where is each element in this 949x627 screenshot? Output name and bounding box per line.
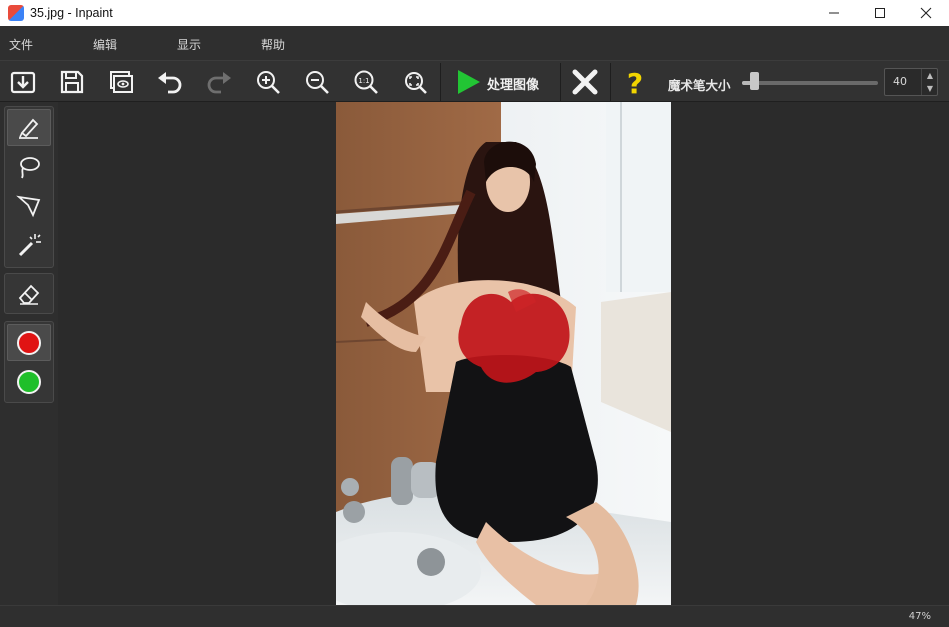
help-icon: ? (627, 67, 643, 97)
help-button[interactable]: ? (619, 66, 651, 98)
app-icon (8, 5, 24, 21)
brush-size-spinbox[interactable]: 40 ▲ ▼ (884, 68, 938, 96)
eraser-tool-group (4, 273, 54, 314)
minimize-button[interactable] (811, 0, 857, 26)
toolbar: 1:1 处理图像 ? 魔术笔大小 40 ▲ ▼ (0, 60, 949, 102)
save-icon (60, 70, 84, 94)
polygon-lasso-tool-button[interactable] (7, 187, 51, 224)
red-color-swatch (17, 330, 41, 355)
spin-down-button[interactable]: ▼ (922, 82, 938, 95)
magic-wand-icon (18, 233, 41, 256)
open-button[interactable] (7, 66, 39, 98)
status-bar: 47% (0, 605, 949, 627)
lasso-tool-button[interactable] (7, 148, 51, 185)
svg-text:?: ? (627, 67, 643, 97)
color-tool-group (4, 321, 54, 403)
zoom-actual-icon: 1:1 (354, 70, 378, 94)
menu-help[interactable]: 帮助 (261, 36, 285, 53)
toolbar-separator (610, 63, 611, 101)
menu-bar: 文件 编辑 显示 帮助 (0, 26, 949, 60)
close-icon (920, 7, 932, 19)
process-image-button[interactable] (452, 66, 484, 98)
toolbar-separator (440, 63, 441, 101)
play-icon (458, 70, 480, 94)
green-marker-button[interactable] (7, 363, 51, 400)
photo-canvas[interactable] (336, 102, 671, 605)
maximize-button[interactable] (857, 0, 903, 26)
marker-tool-button[interactable] (7, 109, 51, 146)
undo-button[interactable] (154, 66, 186, 98)
brush-size-slider[interactable] (742, 81, 878, 85)
menu-view[interactable]: 显示 (177, 36, 201, 53)
save-button[interactable] (56, 66, 88, 98)
lasso-icon (20, 156, 40, 178)
redo-button[interactable] (203, 66, 235, 98)
eraser-icon (18, 284, 40, 305)
window-controls (811, 0, 949, 26)
menu-file[interactable]: 文件 (9, 36, 33, 53)
eraser-tool-button[interactable] (7, 275, 51, 312)
polygon-lasso-icon (16, 195, 41, 217)
tool-panel (0, 102, 58, 605)
marker-icon (19, 118, 39, 139)
spin-up-button[interactable]: ▲ (922, 69, 938, 82)
cancel-icon (572, 69, 598, 95)
zoom-fit-icon (405, 72, 427, 94)
zoom-in-button[interactable] (252, 66, 284, 98)
zoom-fit-button[interactable] (399, 66, 431, 98)
open-icon (10, 71, 36, 94)
preview-button[interactable] (105, 66, 137, 98)
magic-wand-tool-button[interactable] (7, 226, 51, 263)
zoom-out-button[interactable] (301, 66, 333, 98)
photo-image (336, 102, 671, 605)
zoom-out-icon (306, 71, 329, 94)
cancel-button[interactable] (569, 66, 601, 98)
green-color-swatch (17, 369, 41, 394)
maximize-icon (875, 8, 885, 18)
menu-edit[interactable]: 编辑 (93, 36, 117, 53)
spin-arrows: ▲ ▼ (921, 69, 937, 95)
close-button[interactable] (903, 0, 949, 26)
selection-tools-group (4, 106, 54, 268)
process-image-label[interactable]: 处理图像 (487, 74, 539, 93)
brush-size-value: 40 (893, 75, 907, 88)
zoom-level: 47% (908, 611, 931, 622)
red-marker-button[interactable] (7, 324, 51, 361)
window-title: 35.jpg - Inpaint (30, 6, 113, 20)
title-bar: 35.jpg - Inpaint (0, 0, 949, 26)
brush-size-label: 魔术笔大小 (668, 78, 731, 93)
svg-text:1:1: 1:1 (358, 77, 369, 85)
zoom-in-icon (257, 71, 280, 94)
minimize-icon (829, 12, 839, 14)
brush-size-slider-handle[interactable] (749, 72, 759, 90)
undo-icon (158, 72, 182, 94)
preview-icon (110, 71, 133, 93)
redo-icon (207, 72, 231, 94)
zoom-actual-button[interactable]: 1:1 (350, 66, 382, 98)
toolbar-separator (560, 63, 561, 101)
